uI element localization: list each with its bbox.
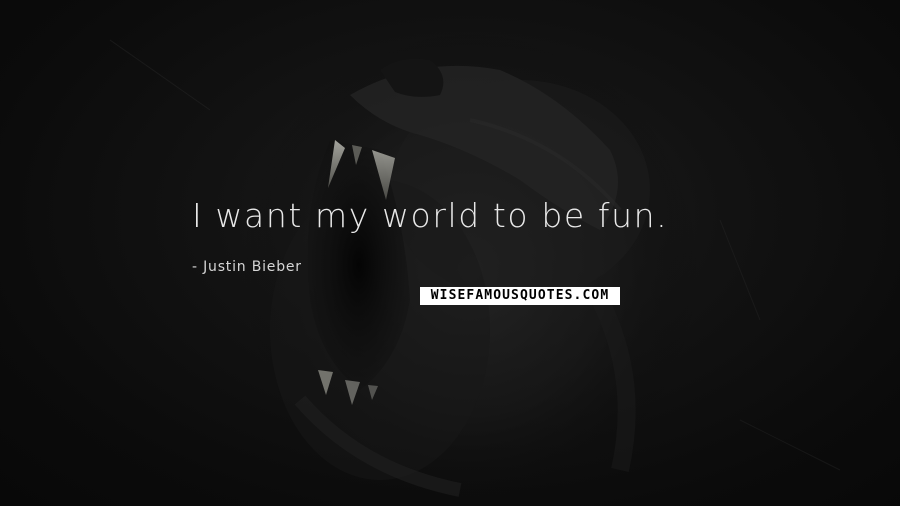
quote-author: - Justin Bieber [192,259,302,275]
quote-card: I want my world to be fun. - Justin Bieb… [0,0,900,506]
brand-watermark: WISEFAMOUSQUOTES.COM [420,287,620,305]
quote-text: I want my world to be fun. [192,196,669,235]
roaring-lion-image [109,30,841,506]
